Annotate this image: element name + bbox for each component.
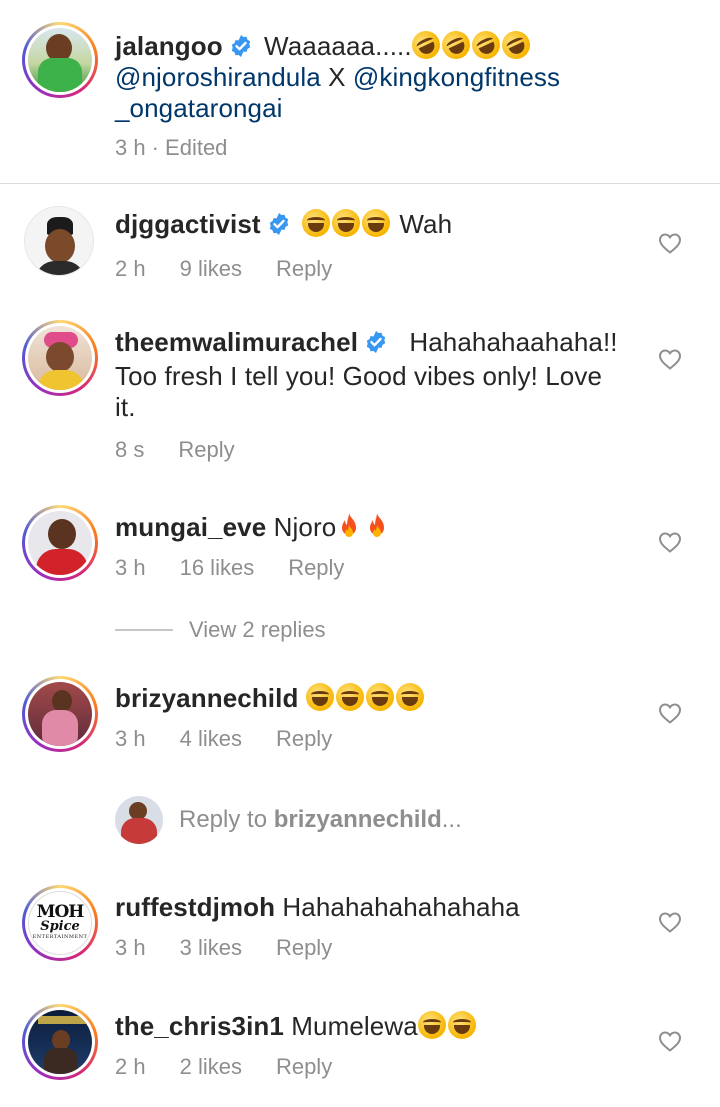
timestamp: 8 s (115, 437, 145, 462)
edited-label: · Edited (151, 135, 228, 160)
avatar[interactable] (22, 320, 98, 396)
post-caption: jalangoo Waaaaaa..... @njoroshirandula X… (0, 0, 720, 184)
rofl-emoji (407, 26, 535, 64)
verified-icon (229, 34, 253, 58)
mention-link[interactable]: @kingkongfitness (353, 62, 560, 92)
comment-meta: 3 h 16 likes Reply (115, 555, 344, 581)
view-replies-button[interactable]: View 2 replies (115, 617, 326, 643)
like-heart-icon[interactable] (658, 232, 682, 254)
caption-text: Waaaaaa..... (264, 31, 412, 61)
reply-to-field[interactable]: Reply to brizyannechild... (115, 796, 462, 844)
mention-link[interactable]: @njoroshirandula (115, 62, 321, 92)
reply-button[interactable]: Reply (288, 555, 344, 581)
avatar[interactable]: MOH Spice ENTERTAINMENT (22, 885, 98, 961)
caption-username[interactable]: jalangoo (115, 31, 223, 61)
timestamp: 3 h (115, 135, 146, 160)
logo-text-moh: MOH (36, 902, 85, 922)
comment-username[interactable]: ruffestdjmoh (115, 892, 275, 922)
view-replies-label: View 2 replies (189, 617, 326, 642)
comment-text: Njoro (273, 512, 337, 542)
verified-icon (267, 212, 291, 236)
comment-username[interactable]: theemwalimurachel (115, 327, 358, 357)
replies-divider (115, 629, 173, 631)
comment-text: Wah (399, 209, 453, 239)
laughing-emoji (417, 1011, 478, 1041)
comment-meta: 3 h 3 likes Reply (115, 935, 332, 961)
comment-text: Mumelewa (291, 1011, 418, 1041)
comment-text-line: it. (115, 392, 136, 422)
avatar[interactable] (22, 505, 98, 581)
like-heart-icon[interactable] (658, 1030, 682, 1052)
like-heart-icon[interactable] (658, 702, 682, 724)
comment-username[interactable]: djggactivist (115, 209, 261, 239)
laughing-emoji (305, 683, 426, 713)
current-user-avatar (115, 796, 163, 844)
reply-to-suffix: ... (441, 806, 462, 833)
timestamp: 3 h (115, 726, 146, 751)
comment-meta: 3 h 4 likes Reply (115, 726, 332, 752)
reply-button[interactable]: Reply (178, 437, 234, 463)
timestamp: 3 h (115, 555, 146, 580)
comment-meta: 2 h 9 likes Reply (115, 256, 332, 282)
timestamp: 3 h (115, 935, 146, 960)
timestamp: 2 h (115, 1054, 146, 1079)
comment-username[interactable]: mungai_eve (115, 512, 266, 542)
like-heart-icon[interactable] (658, 911, 682, 933)
comment-text: Hahahahahahahaha (282, 892, 520, 922)
likes-count[interactable]: 3 likes (180, 935, 242, 961)
comment-username[interactable]: brizyannechild (115, 683, 298, 713)
reply-button[interactable]: Reply (276, 935, 332, 961)
timestamp: 2 h (115, 256, 146, 281)
reply-to-username: brizyannechild (273, 806, 442, 833)
likes-count[interactable]: 9 likes (180, 256, 242, 282)
like-heart-icon[interactable] (658, 531, 682, 553)
comment-text: Hahahahaahaha!! (409, 327, 618, 357)
caption-meta: 3 h · Edited (115, 135, 227, 161)
comment-meta: 8 s Reply (115, 437, 235, 463)
comment-username[interactable]: the_chris3in1 (115, 1011, 284, 1041)
reply-button[interactable]: Reply (276, 256, 332, 282)
avatar[interactable] (22, 1004, 98, 1080)
avatar[interactable] (22, 676, 98, 752)
like-heart-icon[interactable] (658, 348, 682, 370)
logo-text-spice: Spice (40, 919, 80, 934)
caption-avatar[interactable] (22, 22, 98, 98)
reply-to-prefix: Reply to (179, 806, 268, 833)
likes-count[interactable]: 4 likes (180, 726, 242, 752)
likes-count[interactable]: 16 likes (180, 555, 255, 581)
mention-link-continued[interactable]: _ongatarongai (115, 93, 283, 123)
comment-text-line: Too fresh I tell you! Good vibes only! L… (115, 361, 603, 391)
avatar[interactable] (24, 206, 94, 276)
verified-icon (364, 330, 388, 354)
logo-text-entertainment: ENTERTAINMENT (32, 934, 88, 940)
reply-button[interactable]: Reply (276, 726, 332, 752)
laughing-emoji (302, 209, 392, 239)
reply-button[interactable]: Reply (276, 1054, 332, 1080)
caption-separator: X (328, 62, 346, 92)
fire-emoji (336, 512, 392, 542)
likes-count[interactable]: 2 likes (180, 1054, 242, 1080)
comment-meta: 2 h 2 likes Reply (115, 1054, 332, 1080)
